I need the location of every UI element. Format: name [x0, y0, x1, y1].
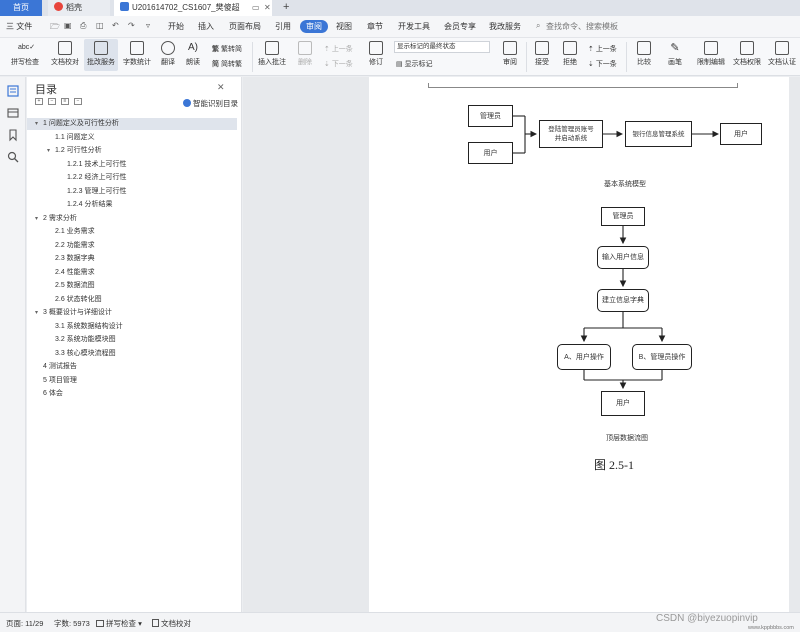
figure-number: 图 2.5-1: [594, 458, 634, 472]
watermark: CSDN @biyezuopinvip: [656, 613, 758, 624]
diagram-bank-system-box: 银行信息管理系统: [625, 121, 692, 147]
watermark-url: www.kppbbbs.com: [748, 625, 794, 631]
diagram2-caption: 顶层数据流图: [606, 435, 648, 442]
diagram1-caption: 基本系统模型: [604, 181, 646, 188]
doc-proof-status[interactable]: 文档校对: [152, 618, 191, 629]
diagram-connectors: [513, 115, 720, 390]
dfd-input-box: 输入用户信息: [597, 246, 649, 269]
diagram-admin-box: 管理员: [468, 105, 513, 127]
dfd-dict-box: 建立信息字典: [597, 289, 649, 312]
page-indicator[interactable]: 页面: 11/29: [6, 618, 43, 629]
dfd-user-box: 用户: [601, 391, 645, 416]
dfd-user-op-box: A、用户操作: [557, 344, 611, 370]
diagram-output-user-box: 用户: [720, 123, 762, 145]
diagram-user-box: 用户: [468, 142, 513, 164]
doc-proof-status-icon: [152, 619, 159, 627]
spell-check-status[interactable]: 拼写检查 ▾: [96, 618, 142, 629]
diagram-login-box: 登陆管理员账号 并启动系统: [539, 120, 603, 148]
spell-check-status-icon: [96, 620, 104, 627]
doc-proof-status-label: 文档校对: [161, 619, 191, 628]
dfd-admin-op-box: B、管理员操作: [632, 344, 692, 370]
word-count-indicator[interactable]: 字数: 5973: [54, 618, 90, 629]
dfd-admin-box: 管理员: [601, 207, 645, 226]
spell-check-status-label: 拼写检查: [106, 619, 136, 628]
